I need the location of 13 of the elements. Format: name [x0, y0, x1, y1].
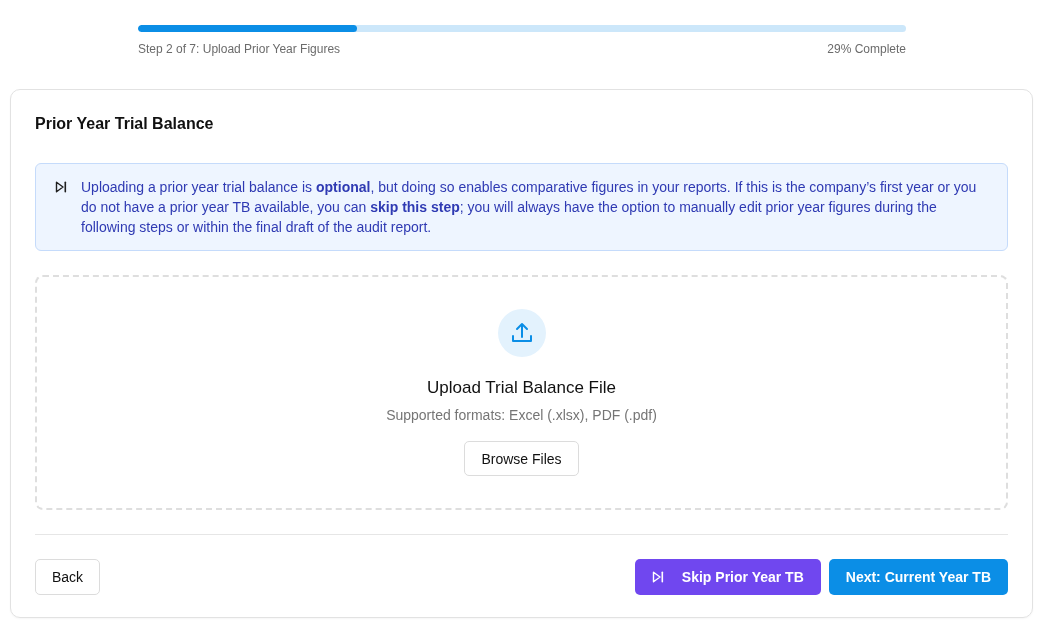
browse-files-button[interactable]: Browse Files	[464, 441, 579, 476]
info-text: Uploading a prior year trial balance is optional, but doing so enables comparative figures in your reports. If this is the company’s first year or you do not have a prior year TB available, you can skip this step; you will always have the option to manually edit prior year figures during the following steps or within the final draft of the audit report.	[81, 178, 978, 237]
skip-forward-icon	[651, 571, 664, 583]
skip-forward-icon	[55, 181, 67, 193]
skip-button[interactable]: Skip Prior Year TB	[634, 559, 821, 595]
upload-drop-zone[interactable]: Upload Trial Balance File Supported formats: Excel (.xlsx), PDF (.pdf) Browse Files	[35, 275, 1008, 510]
card-title: Prior Year Trial Balance	[35, 114, 215, 134]
step-label: Step 2 of 7: Upload Prior Year Figures	[138, 41, 341, 57]
supported-formats-text: Supported formats: Excel (.xlsx), PDF (.pdf)	[386, 406, 657, 424]
upload-icon	[497, 309, 546, 357]
upload-title: Upload Trial Balance File	[427, 377, 616, 399]
back-button[interactable]: Back	[35, 559, 101, 595]
percent-label: 29% Complete	[827, 41, 906, 57]
